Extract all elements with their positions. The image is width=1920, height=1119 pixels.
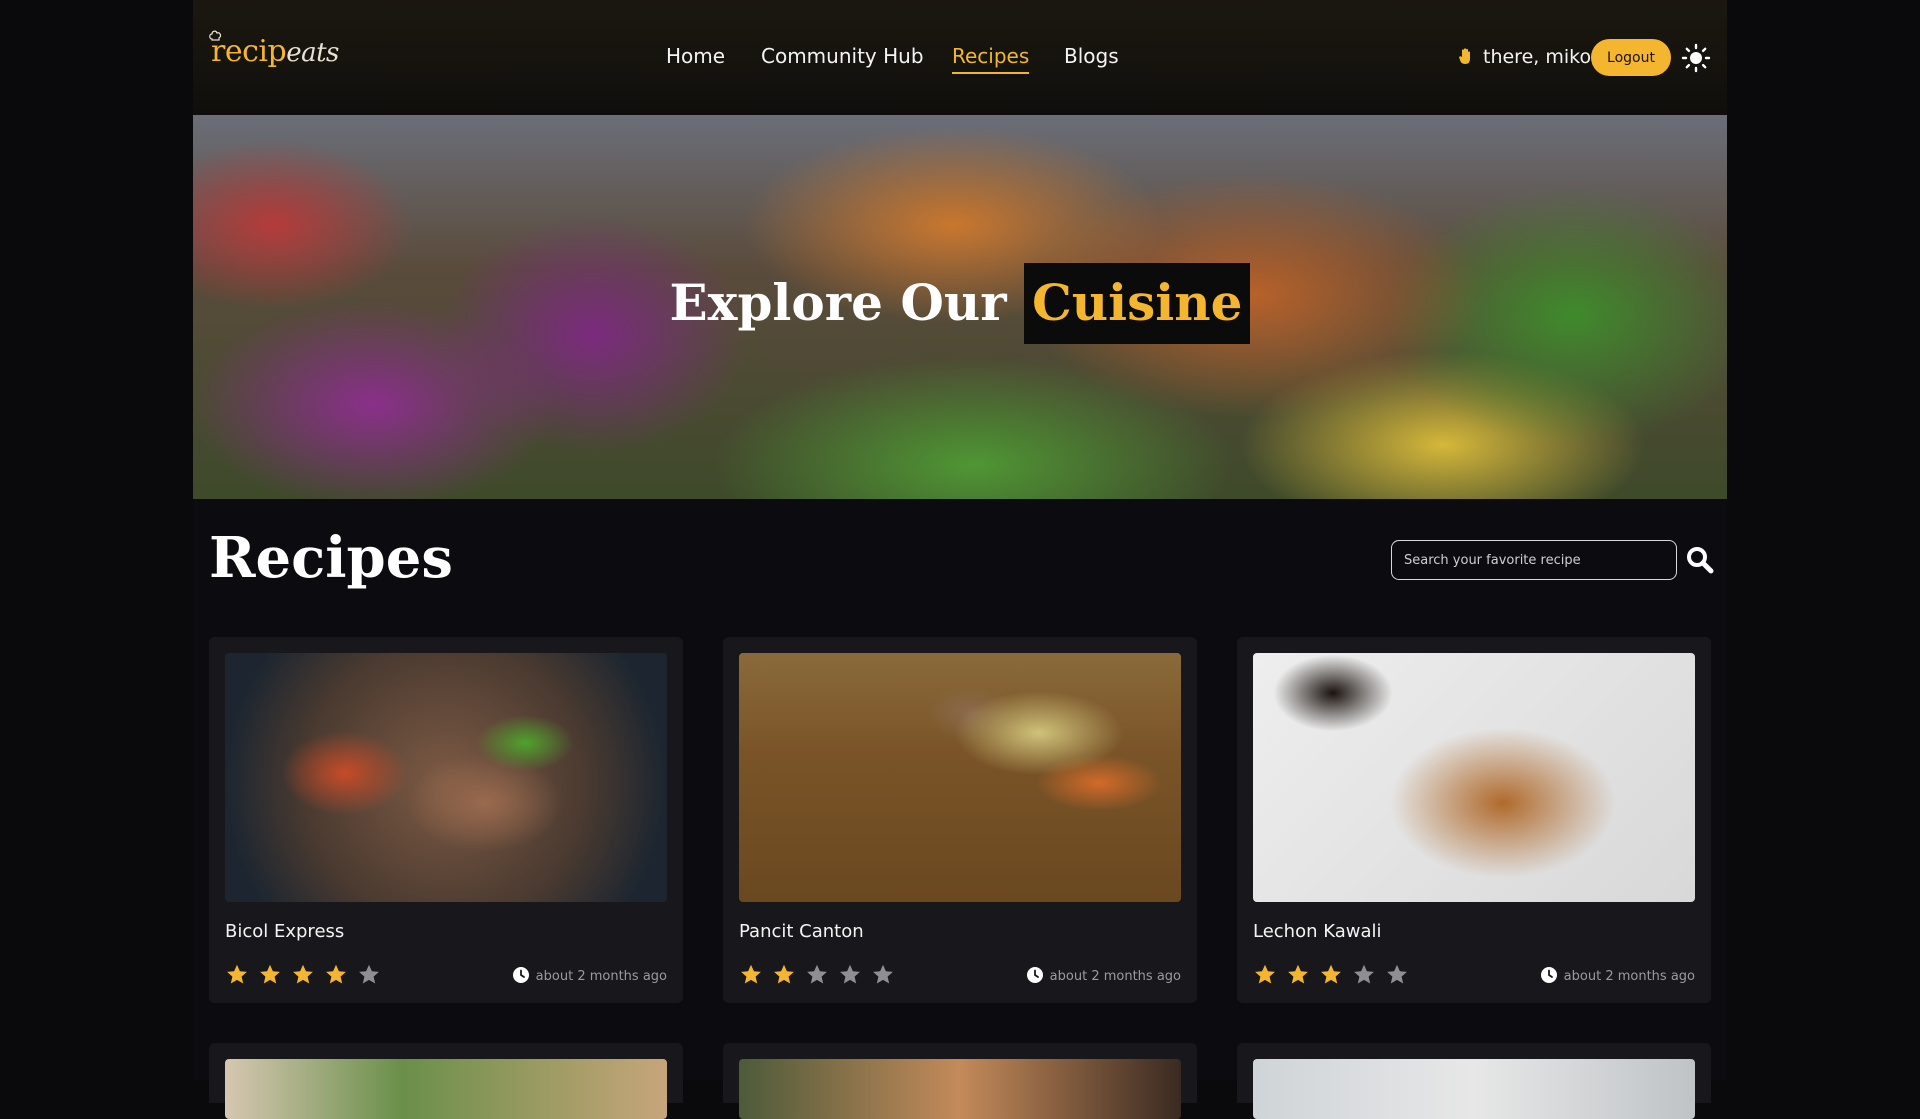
star-empty-icon[interactable] (805, 963, 829, 987)
recipe-image[interactable] (739, 653, 1181, 902)
greeting-text: there, miko (1483, 46, 1592, 68)
star-empty-icon[interactable] (871, 963, 895, 987)
hero-title-highlight: Cuisine (1024, 263, 1251, 344)
sun-icon[interactable] (1681, 43, 1711, 73)
recipe-image[interactable] (1253, 1059, 1695, 1119)
hero-title: Explore Our Cuisine (193, 263, 1727, 344)
star-filled-icon[interactable] (225, 963, 249, 987)
recipe-time: about 2 months ago (1540, 966, 1695, 984)
hero-title-plain: Explore Our (669, 273, 1024, 332)
rating-stars (1253, 963, 1418, 987)
star-filled-icon[interactable] (291, 963, 315, 987)
star-filled-icon[interactable] (1253, 963, 1277, 987)
hero-banner: Explore Our Cuisine (193, 115, 1727, 499)
time-text: about 2 months ago (1049, 969, 1181, 984)
recipe-name[interactable]: Bicol Express (225, 921, 344, 942)
recipe-name[interactable]: Lechon Kawali (1253, 921, 1382, 942)
star-empty-icon[interactable] (357, 963, 381, 987)
recipe-time: about 2 months ago (512, 966, 667, 984)
waving-hand-icon (1459, 48, 1470, 64)
chef-hat-icon (209, 30, 222, 41)
recipe-card[interactable]: Pancit Canton about 2 months ago (723, 637, 1197, 1003)
star-empty-icon[interactable] (838, 963, 862, 987)
recipe-card[interactable] (723, 1043, 1197, 1119)
recipe-image[interactable] (739, 1059, 1181, 1119)
nav-recipes[interactable]: Recipes (952, 44, 1030, 74)
recipe-card[interactable]: Lechon Kawali about 2 months ago (1237, 637, 1711, 1003)
clock-icon (1026, 967, 1043, 983)
recipe-name[interactable]: Pancit Canton (739, 921, 864, 942)
nav-blogs[interactable]: Blogs (1064, 44, 1119, 68)
recipe-time: about 2 months ago (1026, 966, 1181, 984)
recipe-image[interactable] (225, 653, 667, 902)
star-filled-icon[interactable] (772, 963, 796, 987)
clock-icon (1540, 967, 1557, 983)
search-icon[interactable] (1685, 545, 1715, 575)
recipe-card[interactable] (209, 1043, 683, 1119)
star-filled-icon[interactable] (1319, 963, 1343, 987)
recipe-card[interactable]: Bicol Express about 2 months ago (209, 637, 683, 1003)
nav-community-hub[interactable]: Community Hub (761, 44, 924, 68)
logout-button[interactable]: Logout (1591, 39, 1671, 76)
star-filled-icon[interactable] (324, 963, 348, 987)
clock-icon (512, 967, 529, 983)
search-input[interactable] (1391, 540, 1677, 580)
star-filled-icon[interactable] (258, 963, 282, 987)
header: recipeats Home Community Hub Recipes Blo… (193, 0, 1727, 115)
page: recipeats Home Community Hub Recipes Blo… (193, 0, 1727, 1119)
star-empty-icon[interactable] (1385, 963, 1409, 987)
star-filled-icon[interactable] (739, 963, 763, 987)
time-text: about 2 months ago (535, 969, 667, 984)
recipe-image[interactable] (225, 1059, 667, 1119)
rating-stars (739, 963, 904, 987)
nav-home[interactable]: Home (666, 44, 725, 68)
recipe-image[interactable] (1253, 653, 1695, 902)
recipe-card[interactable] (1237, 1043, 1711, 1119)
page-title: Recipes (209, 525, 453, 591)
star-empty-icon[interactable] (1352, 963, 1376, 987)
user-greeting: there, miko (1457, 46, 1591, 68)
rating-stars (225, 963, 390, 987)
time-text: about 2 months ago (1563, 969, 1695, 984)
star-filled-icon[interactable] (1286, 963, 1310, 987)
